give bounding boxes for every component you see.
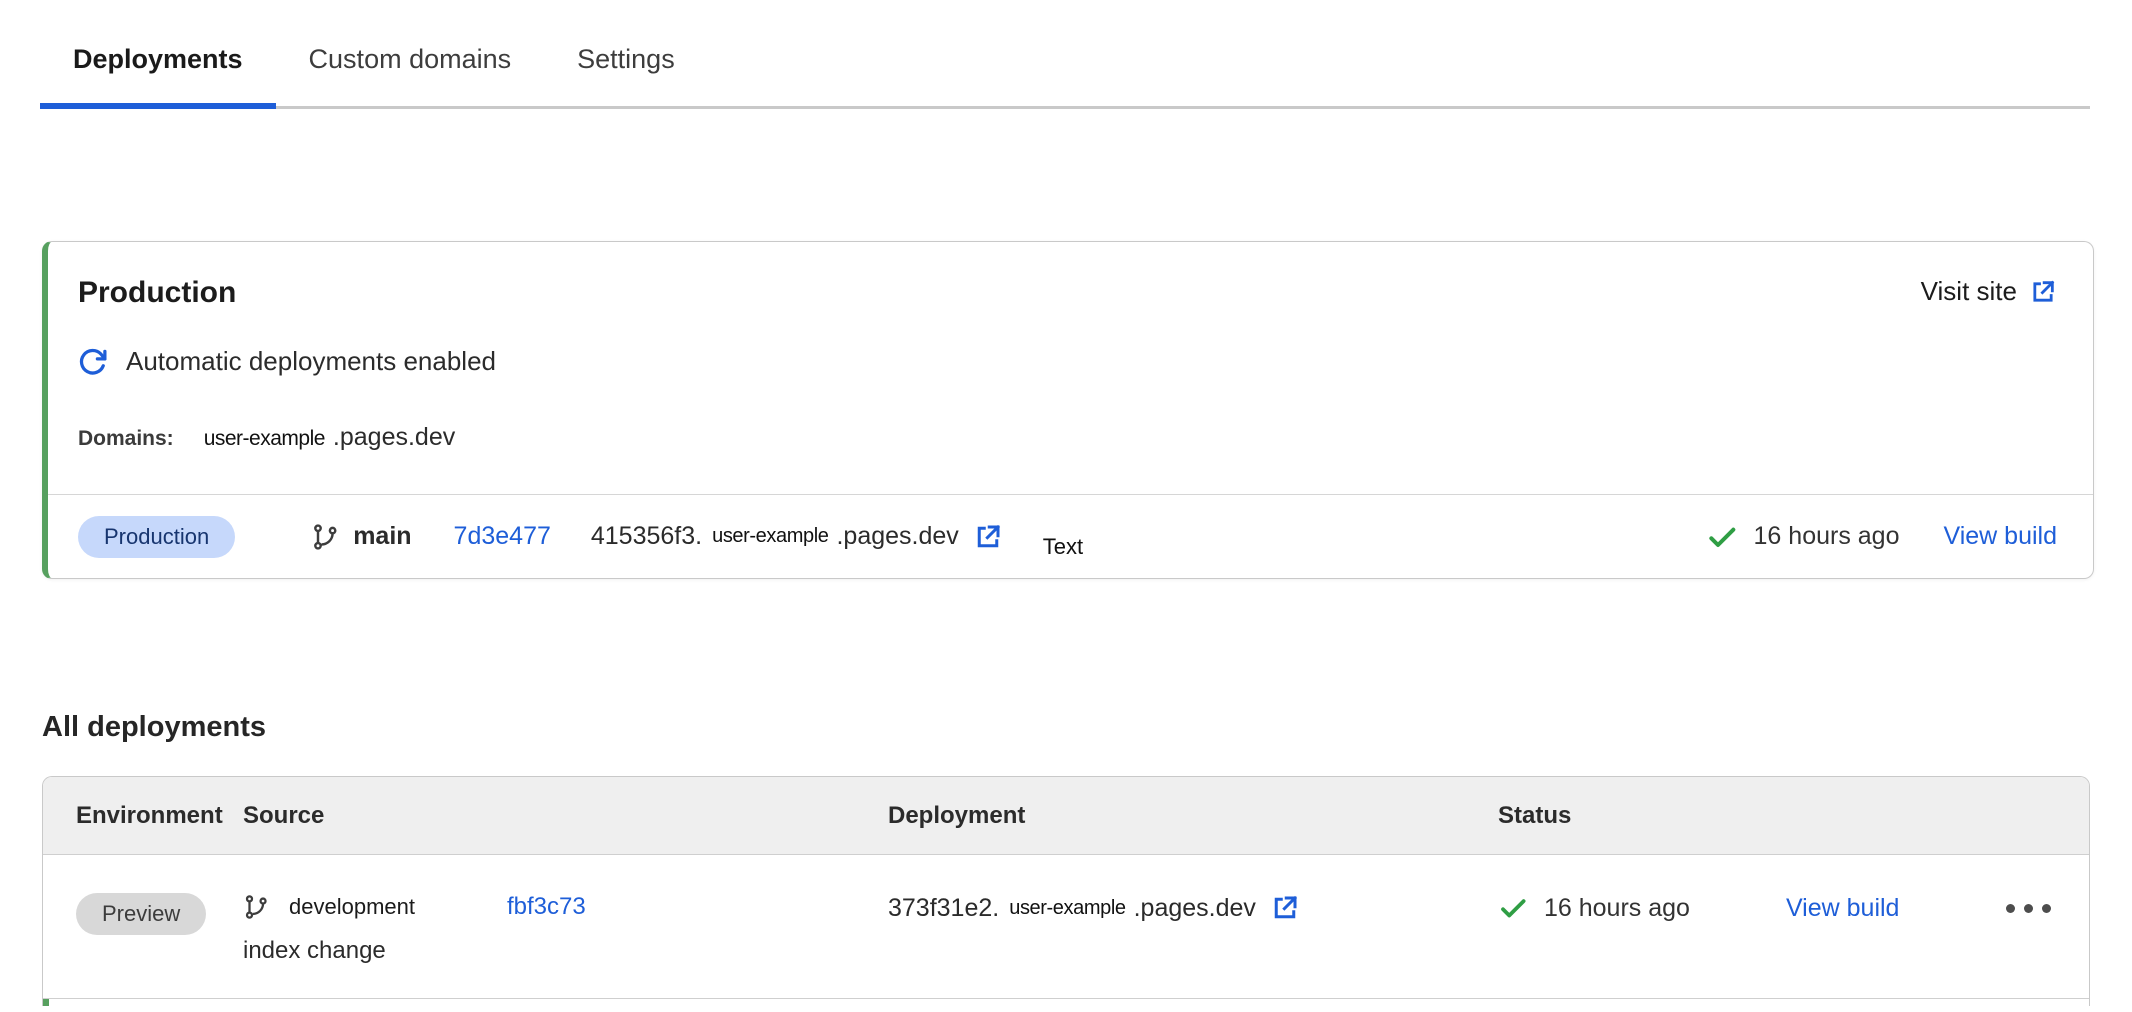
source-branch: main bbox=[311, 522, 411, 551]
deployment-url-name: user-example bbox=[1009, 897, 1125, 920]
environment-badge-preview: Preview bbox=[76, 893, 206, 935]
git-branch-icon bbox=[311, 523, 339, 551]
tab-custom-domains[interactable]: Custom domains bbox=[276, 30, 545, 109]
view-build-link[interactable]: View build bbox=[1786, 894, 1900, 923]
status-group: 16 hours ago View build bbox=[1706, 521, 2057, 553]
production-deployment-row: Production main 7d3e477 415356f3. user-e… bbox=[48, 494, 2093, 578]
visit-site-label: Visit site bbox=[1921, 276, 2017, 307]
column-header-deployment: Deployment bbox=[888, 802, 1498, 830]
domain-name: user-example bbox=[204, 427, 325, 451]
tab-deployments[interactable]: Deployments bbox=[40, 30, 276, 109]
source-cell: development fbf3c73 index change bbox=[243, 893, 888, 965]
external-link-icon bbox=[2029, 278, 2057, 306]
domain-suffix: .pages.dev bbox=[333, 423, 455, 452]
branch-name: main bbox=[353, 522, 411, 551]
external-link-icon[interactable] bbox=[973, 522, 1003, 552]
domains-row: Domains: user-example .pages.dev bbox=[78, 423, 2093, 452]
commit-message-note: Text bbox=[1043, 534, 1083, 560]
column-header-source: Source bbox=[243, 802, 888, 830]
column-header-status: Status bbox=[1498, 802, 2089, 830]
visit-site-link[interactable]: Visit site bbox=[1921, 276, 2057, 307]
next-row-production-border bbox=[43, 999, 2089, 1006]
check-icon bbox=[1498, 893, 1528, 923]
deployments-table: Environment Source Deployment Status Pre… bbox=[42, 776, 2090, 1006]
deployment-url: 415356f3. user-example .pages.dev bbox=[591, 522, 1003, 552]
deployment-url-name: user-example bbox=[712, 525, 828, 548]
deployment-url-suffix: .pages.dev bbox=[836, 522, 958, 551]
tab-settings[interactable]: Settings bbox=[544, 30, 708, 109]
git-branch-icon bbox=[243, 894, 269, 920]
deployment-time: 16 hours ago bbox=[1544, 894, 1690, 923]
deployment-time: 16 hours ago bbox=[1754, 522, 1900, 551]
commit-message: index change bbox=[243, 937, 888, 965]
domains-label: Domains: bbox=[78, 427, 174, 451]
check-icon bbox=[1706, 521, 1738, 553]
deployment-cell: 373f31e2. user-example .pages.dev bbox=[888, 893, 1498, 923]
all-deployments-heading: All deployments bbox=[42, 711, 2132, 744]
table-header-row: Environment Source Deployment Status bbox=[43, 777, 2089, 855]
environment-badge-production: Production bbox=[78, 516, 235, 558]
commit-hash-link[interactable]: 7d3e477 bbox=[454, 522, 551, 551]
branch-name: development bbox=[289, 894, 507, 920]
commit-hash-link[interactable]: fbf3c73 bbox=[507, 893, 586, 921]
automatic-deployments-status: Automatic deployments enabled bbox=[78, 346, 2093, 377]
deployment-url-suffix: .pages.dev bbox=[1134, 894, 1256, 923]
deployment-url-prefix: 415356f3. bbox=[591, 522, 702, 551]
ellipsis-menu-icon[interactable] bbox=[2004, 896, 2053, 921]
refresh-icon bbox=[78, 347, 108, 377]
status-cell: 16 hours ago View build bbox=[1498, 893, 2089, 923]
column-header-environment: Environment bbox=[43, 802, 243, 830]
deployment-url-prefix: 373f31e2. bbox=[888, 894, 999, 923]
table-row: Preview development fbf3c73 index change… bbox=[43, 855, 2089, 998]
external-link-icon[interactable] bbox=[1270, 893, 1300, 923]
production-card-title: Production bbox=[78, 276, 236, 310]
tab-bar: Deployments Custom domains Settings bbox=[40, 0, 2090, 109]
view-build-link[interactable]: View build bbox=[1943, 522, 2057, 551]
production-card: Production Visit site Automatic deployme… bbox=[42, 241, 2094, 579]
automatic-deployments-text: Automatic deployments enabled bbox=[126, 346, 496, 377]
